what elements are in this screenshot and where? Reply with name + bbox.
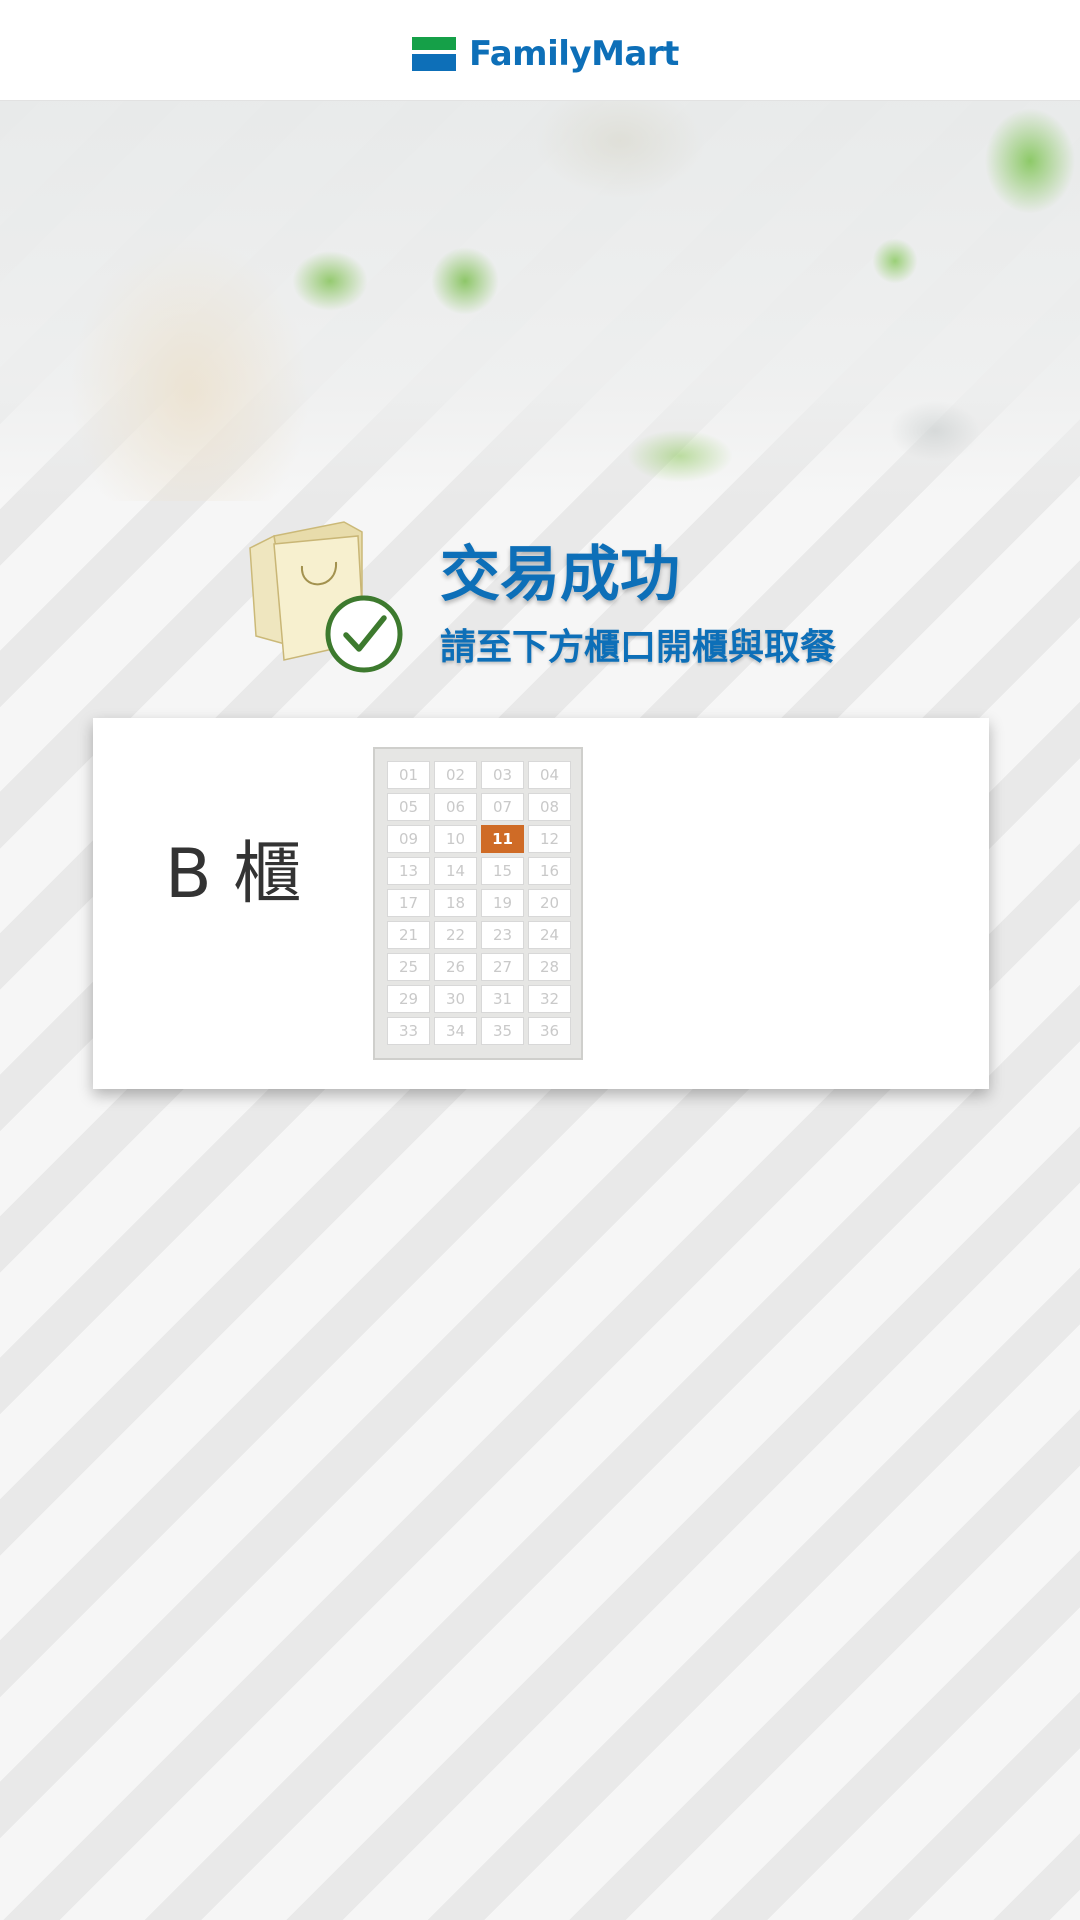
locker-cell: 29 (387, 985, 430, 1013)
cabinet-label: B 櫃 (165, 835, 302, 914)
locker-cell: 26 (434, 953, 477, 981)
locker-cell: 22 (434, 921, 477, 949)
pickup-instruction: 請至下方櫃口開櫃與取餐 (440, 627, 837, 668)
locker-cell-selected: 11 (481, 825, 524, 853)
locker-cell: 31 (481, 985, 524, 1013)
locker-cell: 05 (387, 793, 430, 821)
locker-cell: 32 (528, 985, 571, 1013)
locker-cell: 27 (481, 953, 524, 981)
locker-cell: 19 (481, 889, 524, 917)
locker-cell: 12 (528, 825, 571, 853)
familymart-logo-mark-icon (412, 37, 456, 71)
hero-background-image (0, 101, 1080, 501)
locker-cell: 33 (387, 1017, 430, 1045)
pickup-card: B 櫃 01 02 03 04 05 06 07 08 09 10 11 12 13 14 15 16 17 18… (93, 718, 989, 1089)
locker-cell: 25 (387, 953, 430, 981)
locker-cell: 01 (387, 761, 430, 789)
locker-cell: 08 (528, 793, 571, 821)
locker-grid: 01 02 03 04 05 06 07 08 09 10 11 12 13 14 15 16 17 18 19 20… (387, 761, 571, 1045)
locker-cell: 28 (528, 953, 571, 981)
locker-cell: 21 (387, 921, 430, 949)
locker-cell: 03 (481, 761, 524, 789)
success-title: 交易成功 (440, 540, 680, 610)
locker-cell: 07 (481, 793, 524, 821)
locker-cell: 20 (528, 889, 571, 917)
locker-cell: 24 (528, 921, 571, 949)
locker-cell: 18 (434, 889, 477, 917)
locker-cell: 34 (434, 1017, 477, 1045)
locker-cell: 15 (481, 857, 524, 885)
familymart-logo: FamilyMart (412, 34, 679, 74)
locker-cell: 14 (434, 857, 477, 885)
locker-cell: 04 (528, 761, 571, 789)
locker-cell: 10 (434, 825, 477, 853)
locker-cell: 13 (387, 857, 430, 885)
locker-cell: 35 (481, 1017, 524, 1045)
locker-cell: 17 (387, 889, 430, 917)
locker-cell: 06 (434, 793, 477, 821)
locker-cell: 02 (434, 761, 477, 789)
shopping-bag-check-icon (249, 521, 403, 673)
locker-cell: 36 (528, 1017, 571, 1045)
locker-cell: 16 (528, 857, 571, 885)
locker-map: 01 02 03 04 05 06 07 08 09 10 11 12 13 14 15 16 17 18 19 20… (373, 747, 583, 1060)
locker-cell: 23 (481, 921, 524, 949)
locker-cell: 30 (434, 985, 477, 1013)
brand-name: FamilyMart (469, 34, 679, 74)
app-header: FamilyMart (0, 0, 1080, 101)
locker-cell: 09 (387, 825, 430, 853)
